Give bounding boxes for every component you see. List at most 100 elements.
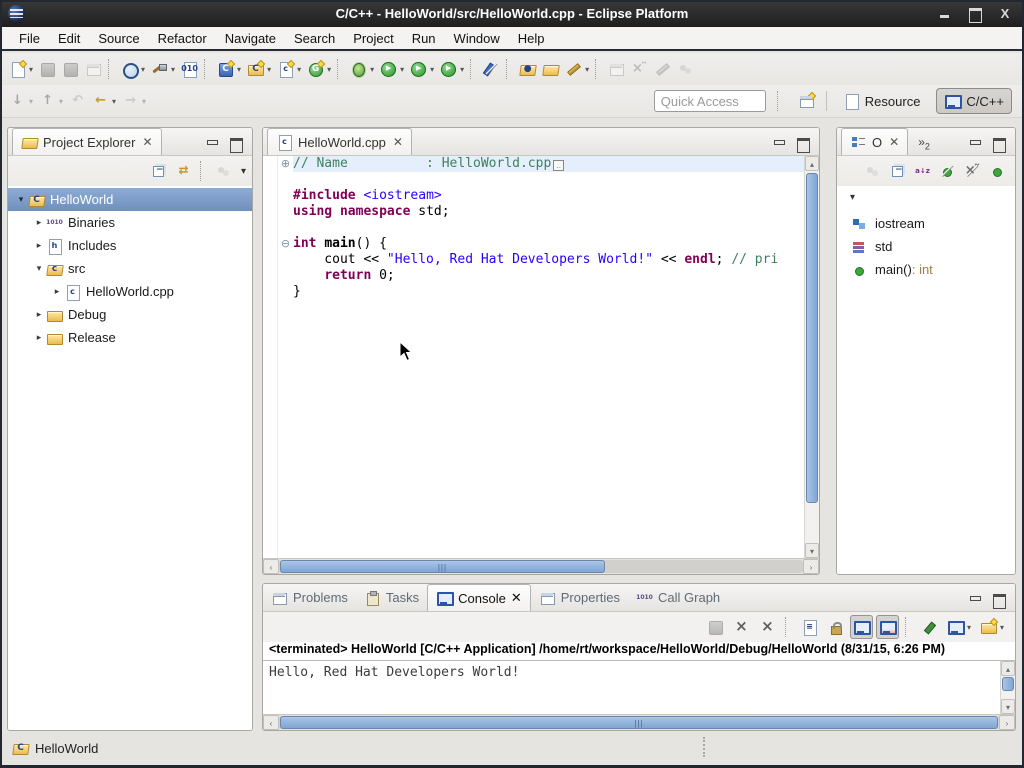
window-close-button[interactable]: X <box>998 7 1012 21</box>
display-console-button[interactable]: ▾ <box>944 615 974 639</box>
new-source-folder-button[interactable]: ▾ <box>244 57 274 81</box>
scroll-left-icon[interactable]: ‹ <box>263 559 279 574</box>
minimize-view-button[interactable] <box>969 138 981 149</box>
code-line[interactable]: using namespace std; <box>293 204 804 220</box>
menu-file[interactable]: File <box>10 28 49 49</box>
window-maximize-button[interactable] <box>968 7 982 21</box>
new-class-dropdown-icon[interactable]: ▾ <box>327 65 331 74</box>
tab-outline[interactable]: O ✕ <box>841 128 908 155</box>
menu-edit[interactable]: Edit <box>49 28 89 49</box>
scrollbar-thumb[interactable] <box>1002 677 1014 691</box>
maximize-view-button[interactable] <box>993 594 1005 605</box>
tree-item-includes[interactable]: ▸Includes <box>8 234 252 257</box>
fold-marker-icon[interactable]: ⊕ <box>278 156 293 172</box>
new-c-file-dropdown-icon[interactable]: ▾ <box>297 65 301 74</box>
new-wizard-button[interactable]: ▾ <box>6 57 36 81</box>
code-editor[interactable]: // Name : HelloWorld.cpp.. #include <iost… <box>293 156 804 558</box>
external-tools-button[interactable]: ▾ <box>437 57 467 81</box>
new-c-project-dropdown-icon[interactable]: ▾ <box>237 65 241 74</box>
editor-vertical-scrollbar[interactable]: ▴ ▾ <box>804 156 819 558</box>
maximize-view-button[interactable] <box>230 138 242 149</box>
minimize-view-button[interactable] <box>969 594 981 605</box>
code-line[interactable]: // Name : HelloWorld.cpp.. <box>293 156 804 172</box>
menu-search[interactable]: Search <box>285 28 344 49</box>
close-icon[interactable]: ✕ <box>142 135 152 149</box>
maximize-view-button[interactable] <box>993 138 1005 149</box>
console-vertical-scrollbar[interactable]: ▴ ▾ <box>1000 661 1015 714</box>
close-icon[interactable]: ✕ <box>889 135 899 149</box>
mark-occurrences-button[interactable] <box>480 57 503 81</box>
quick-access-input[interactable] <box>654 90 766 112</box>
expand-icon[interactable]: ▸ <box>32 309 46 320</box>
new-c-file-button[interactable]: ▾ <box>274 57 304 81</box>
minimize-editor-button[interactable] <box>773 138 785 149</box>
folding-ruler[interactable]: ⊕⊖ <box>278 156 293 558</box>
menu-source[interactable]: Source <box>89 28 148 49</box>
scroll-up-icon[interactable]: ▴ <box>1001 661 1015 676</box>
code-line[interactable]: #include <iostream> <box>293 188 804 204</box>
tree-item-helloworld[interactable]: ▾HelloWorld <box>8 188 252 211</box>
expand-icon[interactable]: ▸ <box>32 332 46 343</box>
editor-horizontal-scrollbar[interactable]: ‹ ||| › <box>263 558 819 574</box>
remove-all-button[interactable] <box>756 615 779 639</box>
scroll-down-icon[interactable]: ▾ <box>805 543 819 558</box>
profiling-tools-dropdown-icon[interactable]: ▾ <box>141 65 145 74</box>
pin-console-button[interactable] <box>918 615 941 639</box>
menu-navigate[interactable]: Navigate <box>216 28 285 49</box>
outline-item-main-[interactable]: main() : int <box>837 258 1015 281</box>
show-stdout-button[interactable] <box>850 615 873 639</box>
collapsed-region-icon[interactable]: .. <box>553 160 564 171</box>
scroll-left-icon[interactable]: ‹ <box>263 715 279 730</box>
tree-item-helloworld-cpp[interactable]: ▸HelloWorld.cpp <box>8 280 252 303</box>
external-tools-dropdown-icon[interactable]: ▾ <box>460 65 464 74</box>
build-button[interactable]: ▾ <box>148 57 178 81</box>
debug-dropdown-icon[interactable]: ▾ <box>370 65 374 74</box>
open-console-dropdown-icon[interactable]: ▾ <box>1000 623 1004 632</box>
console-output[interactable]: Hello, Red Hat Developers World! <box>263 661 1000 714</box>
debug-button[interactable]: ▾ <box>347 57 377 81</box>
code-line[interactable] <box>293 172 804 188</box>
code-line[interactable]: return 0; <box>293 268 804 284</box>
tab-project-explorer[interactable]: Project Explorer ✕ <box>12 128 162 155</box>
close-icon[interactable]: ✕ <box>511 590 522 606</box>
code-line[interactable] <box>293 220 804 236</box>
window-minimize-button[interactable] <box>938 7 952 21</box>
search-highlight-button[interactable]: ▾ <box>562 57 592 81</box>
new-wizard-dropdown-icon[interactable]: ▾ <box>29 65 33 74</box>
expand-icon[interactable]: ▸ <box>50 286 64 297</box>
outline-item-std[interactable]: std <box>837 235 1015 258</box>
open-console-button[interactable]: ▾ <box>977 615 1007 639</box>
tab-tasks[interactable]: Tasks <box>356 584 427 611</box>
menu-project[interactable]: Project <box>344 28 402 49</box>
maximize-editor-button[interactable] <box>797 138 809 149</box>
build-dropdown-icon[interactable]: ▾ <box>171 65 175 74</box>
scrollbar-thumb[interactable]: ||| <box>280 716 998 729</box>
expand-icon[interactable]: ▸ <box>32 240 46 251</box>
collapse-icon[interactable]: ▾ <box>14 194 28 205</box>
show-stderr-button[interactable] <box>876 615 899 639</box>
console-horizontal-scrollbar[interactable]: ‹ ||| › <box>263 714 1015 730</box>
run-button[interactable]: ▾ <box>377 57 407 81</box>
search-highlight-dropdown-icon[interactable]: ▾ <box>585 65 589 74</box>
tab-console[interactable]: Console✕ <box>427 584 531 611</box>
open-perspective-button[interactable] <box>795 89 818 113</box>
status-drag-handle[interactable] <box>703 737 705 757</box>
new-c-project-button[interactable]: ▾ <box>214 57 244 81</box>
tab-problems[interactable]: Problems <box>263 584 356 611</box>
new-source-folder-dropdown-icon[interactable]: ▾ <box>267 65 271 74</box>
menu-window[interactable]: Window <box>445 28 509 49</box>
scroll-down-icon[interactable]: ▾ <box>1001 699 1015 714</box>
perspective-resource-button[interactable]: Resource <box>835 88 929 114</box>
back-dropdown-icon[interactable]: ▾ <box>112 97 116 106</box>
scroll-right-icon[interactable]: › <box>999 715 1015 730</box>
run-history-dropdown-icon[interactable]: ▾ <box>430 65 434 74</box>
view-menu-icon[interactable]: ▾ <box>850 192 855 203</box>
remove-launch-button[interactable] <box>730 615 753 639</box>
clear-console-button[interactable] <box>798 615 821 639</box>
tree-item-debug[interactable]: ▸Debug <box>8 303 252 326</box>
expand-icon[interactable]: ▸ <box>32 217 46 228</box>
link-editor-button[interactable] <box>172 159 195 183</box>
hide-fields-button[interactable] <box>936 159 959 183</box>
code-line[interactable]: int main() { <box>293 236 804 252</box>
collapse-all-button[interactable] <box>147 159 170 183</box>
